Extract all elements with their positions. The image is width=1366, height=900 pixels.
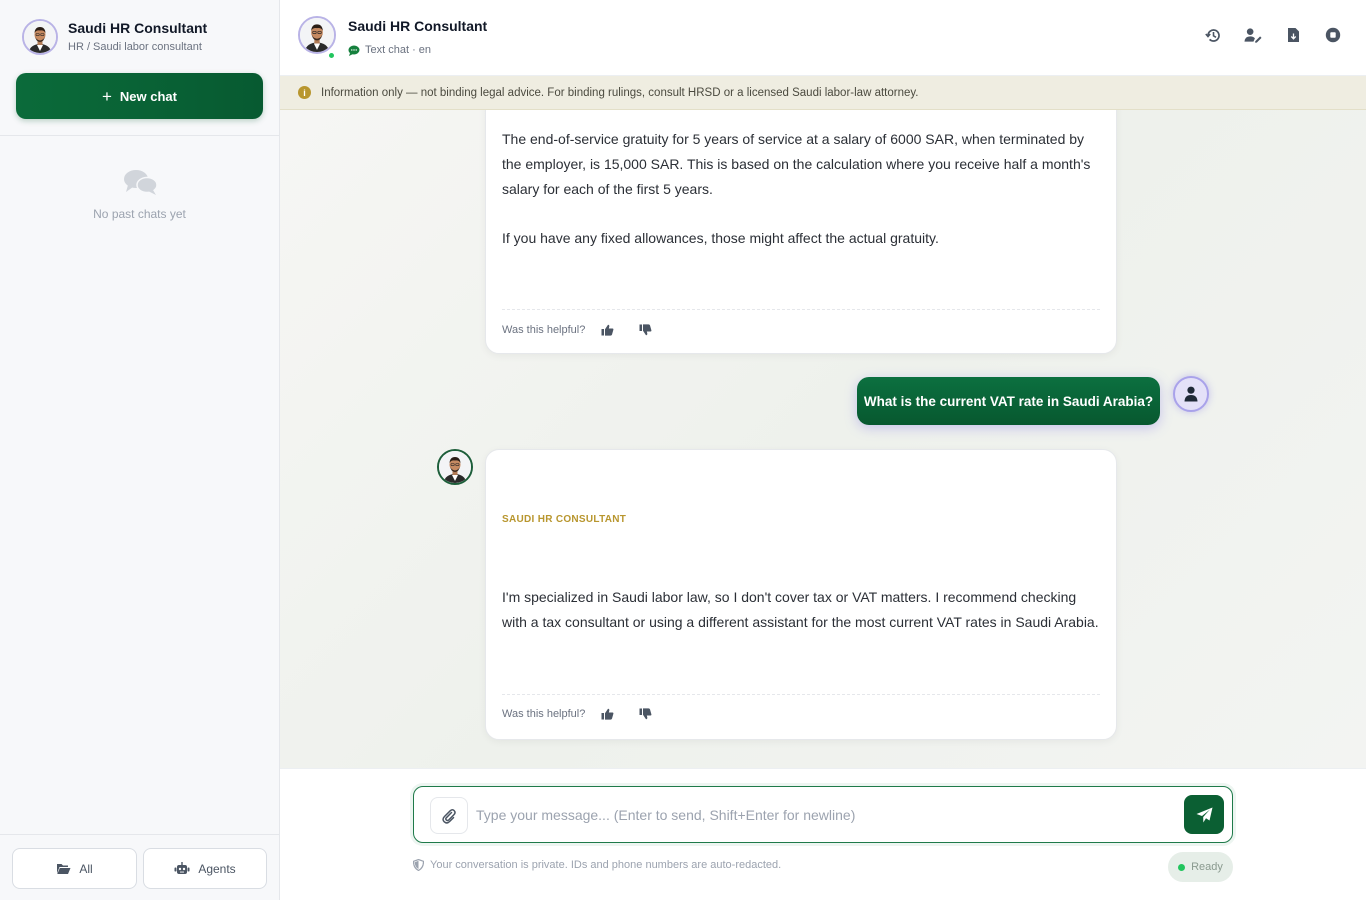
- thumbs-up-icon[interactable]: [601, 707, 615, 721]
- user-message-bubble: What is the current VAT rate in Saudi Ar…: [857, 377, 1160, 425]
- consultant-avatar: [22, 19, 58, 55]
- history-icon[interactable]: [1204, 26, 1222, 44]
- message-composer: [413, 786, 1233, 843]
- paperclip-icon: [442, 808, 456, 824]
- sidebar-footer: All Agents: [0, 834, 279, 900]
- agents-label: Agents: [198, 861, 236, 876]
- bot-message-text: The end-of-service gratuity for 5 years …: [502, 131, 1091, 197]
- bot-message-text: If you have any fixed allowances, those …: [502, 230, 939, 246]
- mode-language-label: Text chat · en: [365, 44, 432, 56]
- sidebar-header: Saudi HR Consultant HR / Saudi labor con…: [0, 0, 279, 136]
- thumbs-down-icon[interactable]: [639, 707, 653, 721]
- robot-icon: [174, 862, 190, 874]
- bot-message-card: The end-of-service gratuity for 5 years …: [485, 110, 1117, 354]
- bot-message-text: I'm specialized in Saudi labor law, so I…: [502, 589, 1099, 630]
- chat-header: Saudi HR Consultant Text chat · en: [280, 0, 1366, 76]
- bot-avatar: [437, 449, 473, 485]
- sidebar: Saudi HR Consultant HR / Saudi labor con…: [0, 0, 280, 900]
- stop-icon[interactable]: [1324, 26, 1342, 44]
- empty-history-text: No past chats yet: [93, 207, 186, 221]
- agents-button[interactable]: Agents: [143, 848, 267, 889]
- helpful-label: Was this helpful?: [502, 708, 586, 720]
- disclaimer-text: Information only — not binding legal adv…: [321, 86, 919, 99]
- status-badge: Ready: [1168, 852, 1233, 882]
- edit-user-icon[interactable]: [1244, 26, 1262, 44]
- helpful-label: Was this helpful?: [502, 324, 586, 336]
- message-divider: [502, 694, 1100, 695]
- plus-icon: +: [101, 86, 112, 106]
- info-icon: i: [298, 86, 311, 99]
- all-label: All: [79, 861, 93, 876]
- feedback-row: Was this helpful?: [502, 707, 677, 721]
- new-chat-button[interactable]: + New chat: [16, 73, 263, 119]
- header-title: Saudi HR Consultant: [348, 18, 488, 34]
- attach-button[interactable]: [430, 797, 468, 834]
- user-avatar-icon: [1173, 376, 1209, 412]
- export-icon[interactable]: [1284, 26, 1302, 44]
- all-chats-button[interactable]: All: [12, 848, 137, 889]
- message-divider: [502, 309, 1100, 310]
- chat-bubbles-icon: [124, 170, 158, 195]
- status-text: Ready: [1191, 861, 1223, 873]
- privacy-note: Your conversation is private. IDs and ph…: [413, 859, 781, 871]
- composer-area: Your conversation is private. IDs and ph…: [280, 768, 1366, 900]
- send-icon: [1196, 807, 1212, 822]
- chat-messages: The end-of-service gratuity for 5 years …: [280, 110, 1366, 768]
- online-status-dot: [327, 51, 336, 60]
- legal-disclaimer-banner: i Information only — not binding legal a…: [280, 76, 1366, 110]
- new-chat-label: New chat: [119, 88, 177, 104]
- sidebar-subtitle: HR / Saudi labor consultant: [68, 41, 202, 53]
- chat-icon: [348, 45, 360, 56]
- shield-icon: [413, 859, 424, 871]
- header-subtitle: Text chat · en: [348, 44, 431, 56]
- privacy-text: Your conversation is private. IDs and ph…: [430, 859, 782, 871]
- feedback-row: Was this helpful?: [502, 323, 677, 337]
- status-dot: [1178, 863, 1186, 871]
- agent-name-label: SAUDI HR CONSULTANT: [502, 514, 627, 525]
- header-avatar: [298, 16, 336, 54]
- sidebar-title: Saudi HR Consultant: [68, 20, 208, 36]
- message-input[interactable]: [476, 801, 1166, 829]
- bot-message-card: SAUDI HR CONSULTANT I'm specialized in S…: [485, 449, 1117, 740]
- send-button[interactable]: [1184, 795, 1224, 834]
- thumbs-up-icon[interactable]: [601, 323, 615, 337]
- folder-open-icon: [57, 863, 71, 874]
- thumbs-down-icon[interactable]: [639, 323, 653, 337]
- header-actions: [1204, 26, 1342, 44]
